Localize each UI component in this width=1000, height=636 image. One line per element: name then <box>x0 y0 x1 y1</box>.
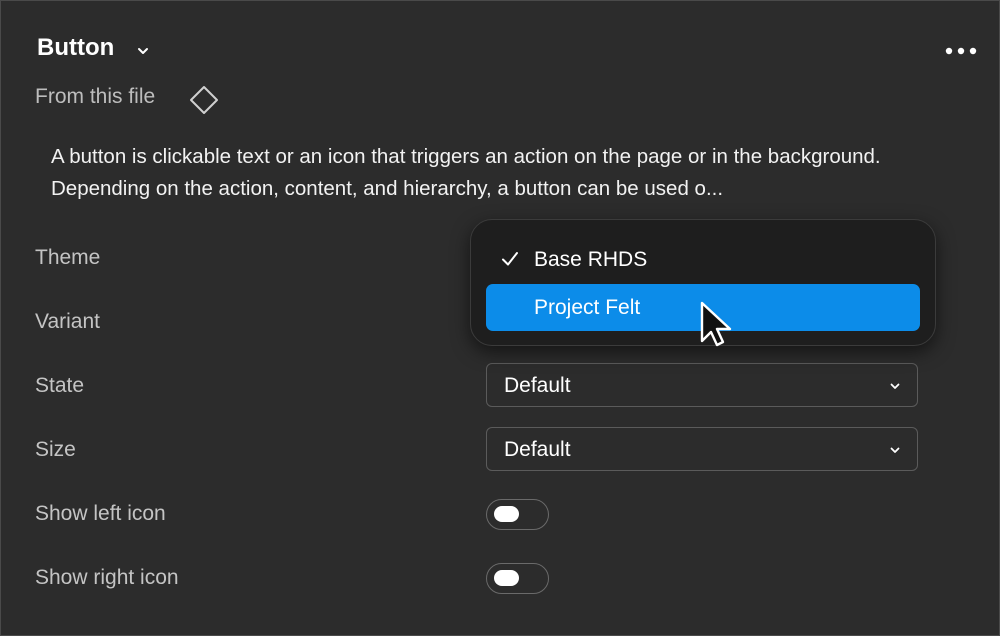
panel-title[interactable]: Button <box>37 34 114 62</box>
menu-item-label: Base RHDS <box>534 248 648 271</box>
chevron-down-icon <box>890 447 900 453</box>
variant-label: Variant <box>35 310 100 333</box>
chevron-down-icon <box>890 383 900 389</box>
state-select[interactable]: Default <box>486 363 918 407</box>
properties-panel: Button From this file A button is clicka… <box>0 0 1000 636</box>
cursor-icon <box>700 301 732 347</box>
toggle-knob <box>494 570 519 586</box>
more-options-icon[interactable] <box>941 39 981 63</box>
component-icon[interactable] <box>187 83 221 117</box>
source-label: From this file <box>35 85 156 108</box>
menu-item-label: Project Felt <box>534 296 641 319</box>
show-right-icon-toggle[interactable] <box>486 563 549 594</box>
size-select-value: Default <box>504 438 571 461</box>
check-icon <box>502 252 518 266</box>
state-select-value: Default <box>504 374 571 397</box>
show-left-icon-label: Show left icon <box>35 502 166 525</box>
size-select[interactable]: Default <box>486 427 918 471</box>
size-label: Size <box>35 438 76 461</box>
menu-item-base-rhds[interactable]: Base RHDS <box>486 236 920 283</box>
theme-label: Theme <box>35 246 101 269</box>
state-label: State <box>35 374 85 397</box>
toggle-knob <box>494 506 519 522</box>
show-left-icon-toggle[interactable] <box>486 499 549 530</box>
component-description: A button is clickable text or an icon th… <box>51 145 881 200</box>
show-right-icon-label: Show right icon <box>35 566 179 589</box>
chevron-down-icon[interactable] <box>135 43 151 59</box>
